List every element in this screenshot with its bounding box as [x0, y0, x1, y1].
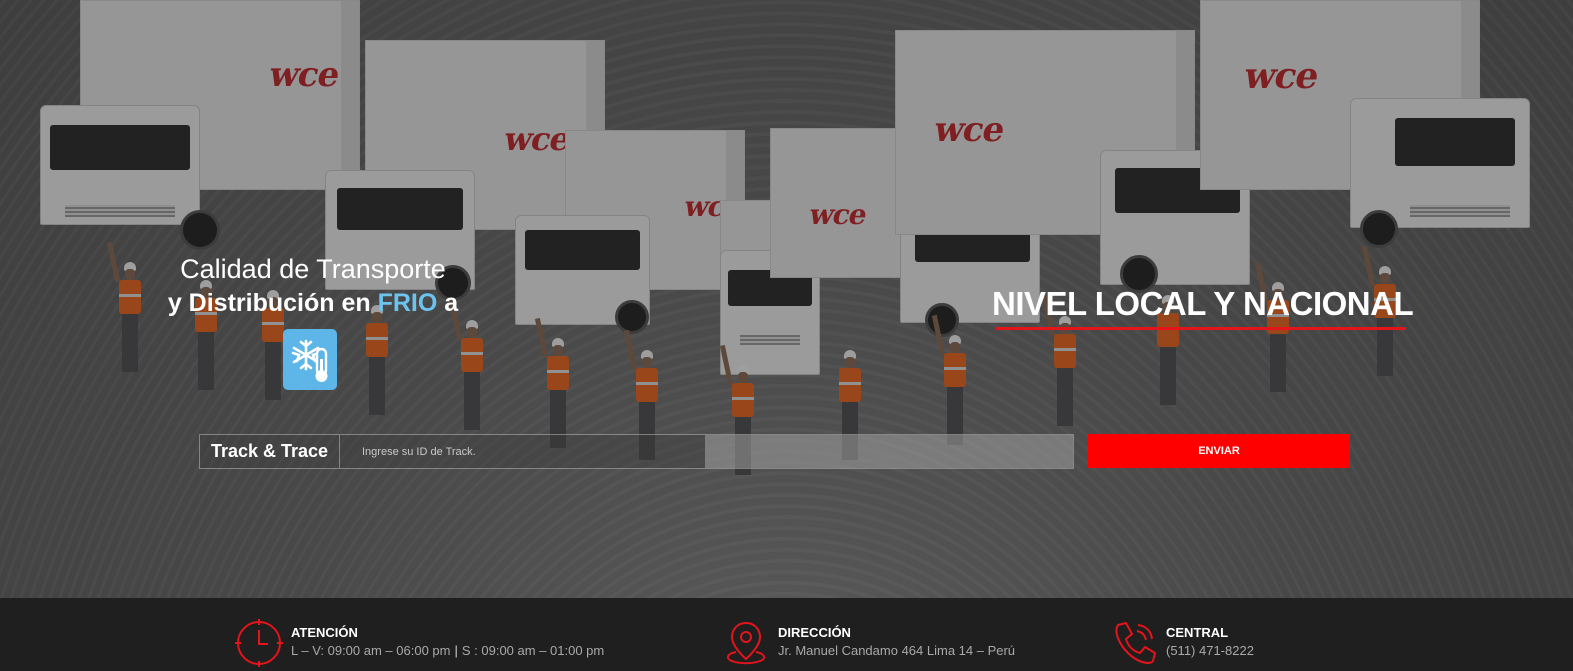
info-bar: ATENCIÓN L – V: 09:00 am – 06:00 pm | S : …	[0, 598, 1573, 671]
track-form: Track & Trace	[199, 434, 1074, 469]
attention-hours: L – V: 09:00 am – 06:00 pm | S : 09:00 am …	[291, 641, 604, 661]
hours-weekdays: L – V: 09:00 am – 06:00 pm	[291, 643, 451, 658]
subheadline-underline	[996, 327, 1406, 330]
headline-line2-end: a	[437, 289, 459, 317]
phone-title: CENTRAL	[1166, 625, 1229, 640]
phone-icon	[1110, 619, 1158, 667]
send-button[interactable]: ENVIAR	[1088, 434, 1350, 468]
hero-headline: Calidad de Transporte y Distribución en …	[148, 252, 478, 320]
track-label: Track & Trace	[200, 435, 340, 468]
info-phone: CENTRAL (511) 471-8222	[1110, 619, 1254, 667]
track-id-input[interactable]	[340, 435, 1073, 468]
headline-frio: FRIO	[377, 289, 438, 317]
clock-icon	[235, 619, 283, 667]
hours-saturday: S : 09:00 am – 01:00 pm	[461, 643, 605, 658]
headline-line2-text: y Distribución en	[167, 289, 378, 317]
phone-text: (511) 471-8222	[1166, 643, 1254, 658]
info-attention: ATENCIÓN L – V: 09:00 am – 06:00 pm | S : …	[235, 619, 604, 667]
address-text: Jr. Manuel Candamo 464 Lima 14 – Perú	[778, 643, 1016, 658]
hero-banner: wce wce wce wce wce wce Calidad de Trans…	[0, 0, 1573, 598]
info-address: DIRECCIÓN Jr. Manuel Candamo 464 Lima 14…	[722, 619, 1015, 667]
headline-line1: Calidad de Transporte	[180, 254, 446, 284]
snowflake-thermometer-icon	[283, 329, 337, 390]
hours-separator: |	[454, 643, 458, 658]
map-pin-icon	[722, 619, 770, 667]
attention-title: ATENCIÓN	[291, 625, 358, 640]
hero-subheadline: NIVEL LOCAL Y NACIONAL	[992, 285, 1414, 322]
headline-line2: y Distribución en FRIO a	[148, 286, 478, 320]
address-title: DIRECCIÓN	[778, 625, 851, 640]
